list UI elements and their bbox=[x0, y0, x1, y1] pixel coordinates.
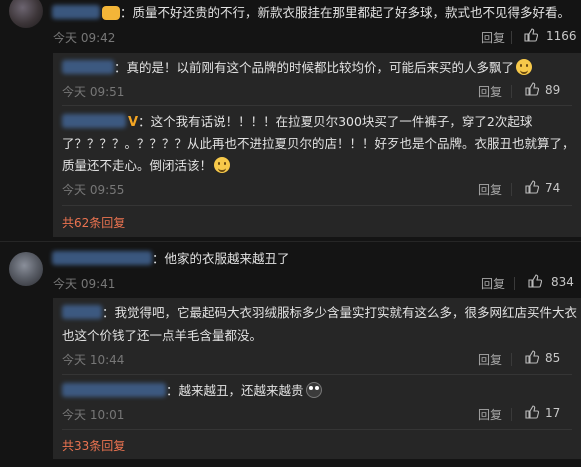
reply-text-line2: 了？？？？。？？？？从此再也不进拉夏贝尔的店！！！好歹也是个品牌。衣服丑也就算了… bbox=[62, 136, 575, 151]
timestamp: 今天 09:51 bbox=[62, 85, 125, 99]
like-count: 1166 bbox=[546, 29, 577, 43]
username[interactable] bbox=[62, 305, 102, 319]
like-count: 834 bbox=[551, 275, 574, 289]
reply-divider bbox=[62, 374, 572, 375]
reply-text: ：我觉得吧，它最起码大衣羽绒服标多少含量实打实就有这么多，很多网红店买件大衣 bbox=[62, 302, 577, 324]
reply-button[interactable]: 回复 bbox=[481, 29, 505, 46]
comment-text: ：他家的衣服越来越丑了 bbox=[52, 248, 290, 270]
more-replies-link[interactable]: 共62条回复 bbox=[62, 214, 125, 231]
crown-emoji-icon bbox=[102, 6, 120, 20]
reply-button[interactable]: 回复 bbox=[478, 351, 502, 368]
timestamp: 今天 09:41 bbox=[53, 277, 116, 291]
avatar[interactable] bbox=[9, 0, 43, 28]
timestamp: 今天 10:44 bbox=[62, 353, 125, 367]
timestamp: 今天 10:01 bbox=[62, 408, 125, 422]
thumbs-up-icon[interactable] bbox=[525, 82, 539, 96]
reply-button[interactable]: 回复 bbox=[478, 83, 502, 100]
divider bbox=[511, 183, 512, 196]
reply-text-line2: 也这个价钱了还一点羊毛含量都没。 bbox=[62, 328, 263, 343]
reply-body: ：真的是！以前刚有这个品牌的时候都比较均价，可能后来买的人多飘了 bbox=[114, 60, 515, 75]
username[interactable] bbox=[62, 114, 126, 128]
reply-body-line: ：这个我有话说！！！！在拉夏贝尔300块买了一件裤子，穿了2次起球 bbox=[138, 114, 533, 129]
like-count: 74 bbox=[545, 181, 561, 195]
comment-divider bbox=[0, 241, 581, 242]
reply-text: ：越来越丑，还越来越贵 bbox=[62, 380, 322, 402]
reply-text: V：这个我有话说！！！！在拉夏贝尔300块买了一件裤子，穿了2次起球 bbox=[62, 111, 532, 134]
reply-text-line3: 质量还不走心。倒闭活该！ bbox=[62, 155, 231, 177]
panda-emoji-icon bbox=[305, 382, 322, 398]
reply-button[interactable]: 回复 bbox=[481, 275, 505, 292]
thumbs-up-icon[interactable] bbox=[524, 28, 538, 42]
divider bbox=[511, 353, 512, 366]
comment-2: ：他家的衣服越来越丑了 今天 09:41 回复 834 bbox=[0, 248, 581, 294]
thumbs-up-icon[interactable] bbox=[525, 405, 539, 419]
smile-emoji-icon bbox=[214, 157, 231, 173]
thumbs-up-icon[interactable] bbox=[525, 180, 539, 194]
username[interactable] bbox=[62, 60, 114, 74]
like-count: 85 bbox=[545, 351, 561, 365]
username[interactable] bbox=[52, 251, 152, 265]
divider bbox=[511, 31, 512, 44]
comment-body: ：他家的衣服越来越丑了 bbox=[152, 251, 290, 266]
divider bbox=[511, 85, 512, 98]
username[interactable] bbox=[52, 5, 100, 19]
reply-button[interactable]: 回复 bbox=[478, 406, 502, 423]
username[interactable] bbox=[62, 383, 166, 397]
reply-panel-1: ：真的是！以前刚有这个品牌的时候都比较均价，可能后来买的人多飘了 今天 09:5… bbox=[53, 53, 581, 237]
reply-body-line: 质量还不走心。倒闭活该！ bbox=[62, 158, 213, 173]
reply-divider bbox=[62, 105, 572, 106]
reply-body: ：越来越丑，还越来越贵 bbox=[166, 383, 304, 398]
like-count: 17 bbox=[545, 406, 561, 420]
verified-badge: V bbox=[128, 115, 139, 130]
divider bbox=[514, 277, 515, 290]
reply-panel-2: ：我觉得吧，它最起码大衣羽绒服标多少含量实打实就有这么多，很多网红店买件大衣 也… bbox=[53, 298, 581, 459]
reply-divider bbox=[62, 205, 572, 206]
reply-text: ：真的是！以前刚有这个品牌的时候都比较均价，可能后来买的人多飘了 bbox=[62, 57, 533, 79]
timestamp: 今天 09:42 bbox=[53, 31, 116, 45]
thumbs-up-icon[interactable] bbox=[525, 350, 539, 364]
timestamp: 今天 09:55 bbox=[62, 183, 125, 197]
reply-button[interactable]: 回复 bbox=[478, 181, 502, 198]
more-replies-link[interactable]: 共33条回复 bbox=[62, 437, 125, 454]
comment-body: ：质量不好还贵的不行，新款衣服挂在那里都起了好多球，款式也不见得多好看。 bbox=[120, 5, 571, 20]
like-count: 89 bbox=[545, 83, 561, 97]
comment-1: ：质量不好还贵的不行，新款衣服挂在那里都起了好多球，款式也不见得多好看。 今天 … bbox=[0, 0, 581, 48]
comment-text: ：质量不好还贵的不行，新款衣服挂在那里都起了好多球，款式也不见得多好看。 bbox=[52, 2, 570, 24]
reply-divider bbox=[62, 429, 572, 430]
reply-body-line: ：我觉得吧，它最起码大衣羽绒服标多少含量实打实就有这么多，很多网红店买件大衣 bbox=[102, 305, 578, 320]
divider bbox=[511, 408, 512, 421]
smirk-emoji-icon bbox=[516, 59, 533, 75]
thumbs-up-icon[interactable] bbox=[528, 274, 542, 288]
